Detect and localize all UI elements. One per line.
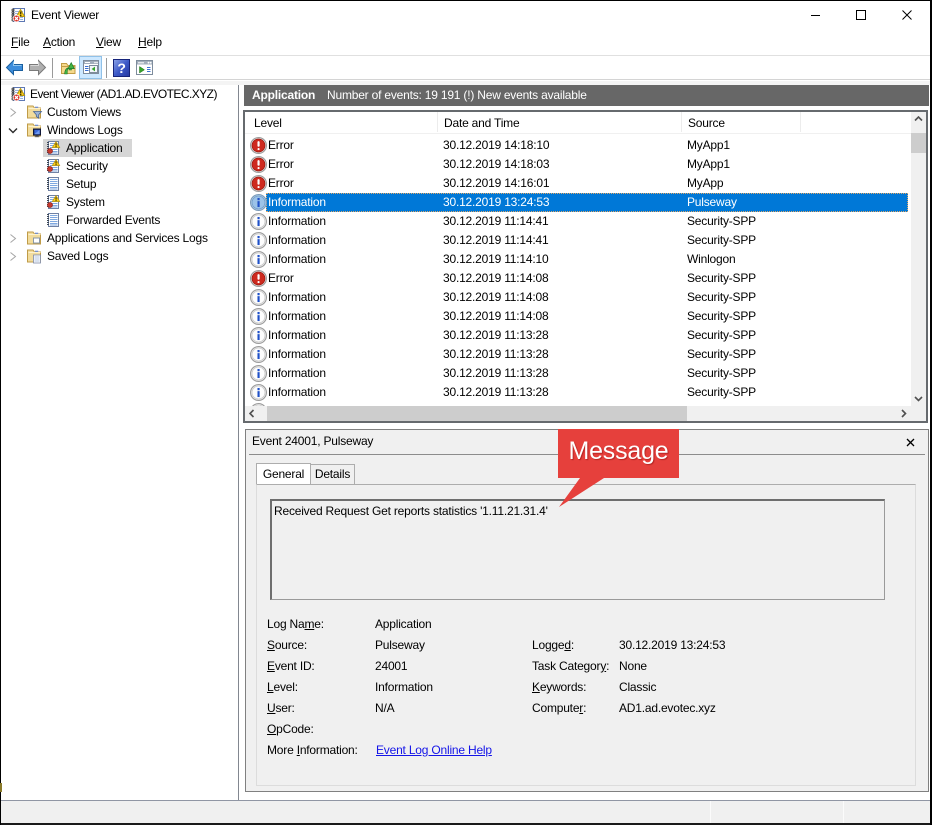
svg-text:?: ?	[117, 60, 125, 76]
